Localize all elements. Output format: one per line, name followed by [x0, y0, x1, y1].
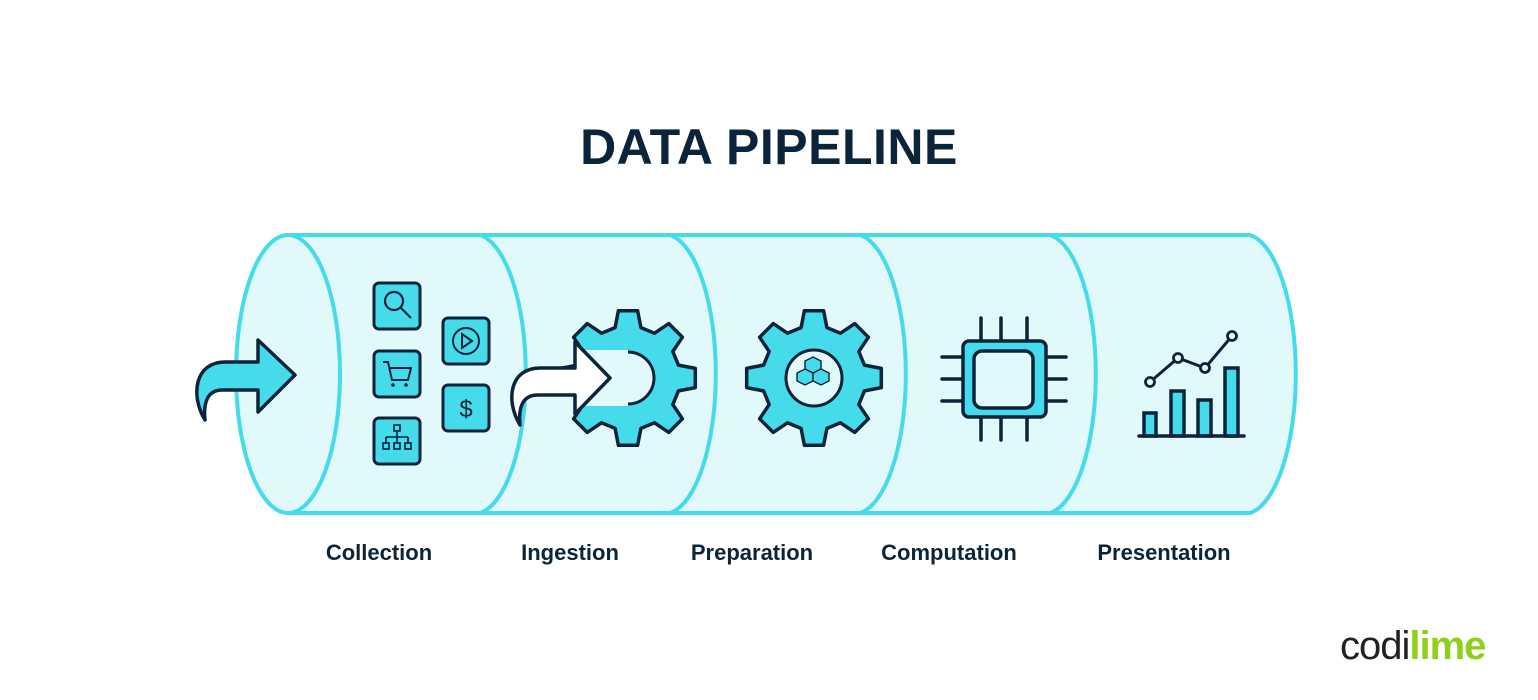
- svg-text:$: $: [459, 396, 472, 423]
- stage-label-ingestion: Ingestion: [521, 540, 619, 565]
- search-icon: [372, 281, 422, 331]
- logo-part2: lime: [1409, 624, 1486, 668]
- gear-cubes-icon: [744, 308, 884, 448]
- logo-part1: codi: [1340, 624, 1410, 668]
- stage-label-preparation: Preparation: [690, 540, 814, 565]
- stage-label-presentation: Presentation: [1097, 540, 1231, 565]
- stage-label-collection: Collection: [325, 540, 433, 565]
- dollar-icon: $: [441, 383, 491, 433]
- codilime-logo: codilime: [1340, 624, 1486, 669]
- pipeline-diagram: $: [195, 233, 1298, 515]
- video-play-icon: [441, 316, 491, 366]
- hierarchy-icon: [372, 416, 422, 466]
- stage-label-computation: Computation: [881, 540, 1017, 565]
- cart-icon: [372, 349, 422, 399]
